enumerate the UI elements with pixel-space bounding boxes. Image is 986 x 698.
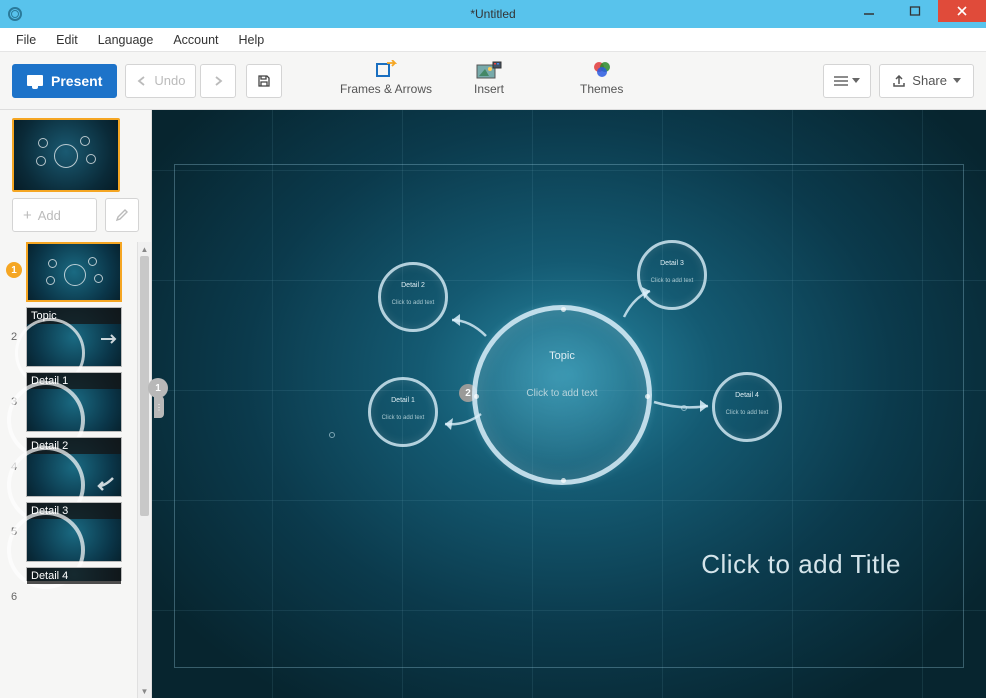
path-thumbnail[interactable] <box>26 242 122 302</box>
undo-icon <box>136 76 148 86</box>
themes-icon <box>591 60 613 80</box>
menu-file[interactable]: File <box>8 31 44 49</box>
title-placeholder[interactable]: Click to add Title <box>701 549 901 580</box>
detail-label: Detail 4 <box>715 392 779 399</box>
toolbar: Present Undo Frames & Arrows Insert Them… <box>0 52 986 110</box>
path-thumbnail[interactable]: Detail 4 <box>26 567 122 581</box>
canvas[interactable]: Click to add Title 2 Topic Click to add … <box>152 110 986 698</box>
present-label: Present <box>51 73 102 89</box>
share-icon <box>892 75 906 87</box>
detail-frame-1[interactable]: Detail 1 Click to add text <box>368 377 438 447</box>
path-step-1[interactable]: 1 <box>0 242 151 302</box>
overview-thumbnail[interactable] <box>12 118 120 192</box>
path-thumbnail[interactable]: Detail 3 <box>26 502 122 562</box>
detail-sub: Click to add text <box>371 415 435 421</box>
window-titlebar: *Untitled <box>0 0 986 28</box>
sidebar-collapse-handle[interactable]: 1 ⋮ <box>148 378 168 418</box>
detail-frame-4[interactable]: Detail 4 Click to add text <box>712 372 782 442</box>
detail-label: Detail 1 <box>371 397 435 404</box>
window-title: *Untitled <box>0 7 986 21</box>
chevron-down-icon <box>852 78 860 84</box>
menu-account[interactable]: Account <box>165 31 226 49</box>
detail-frame-3[interactable]: Detail 3 Click to add text <box>637 240 707 310</box>
path-thumbnail[interactable]: Detail 2 <box>26 437 122 497</box>
detail-label: Detail 3 <box>640 260 704 267</box>
themes-button[interactable]: Themes <box>580 60 623 96</box>
path-list: 1 2 Topic 3 De <box>0 242 151 698</box>
detail-frame-2[interactable]: Detail 2 Click to add text <box>378 262 448 332</box>
path-step-2[interactable]: 2 Topic <box>0 307 151 367</box>
insert-icon <box>475 60 503 80</box>
window-maximize-button[interactable] <box>892 0 938 22</box>
menu-language[interactable]: Language <box>90 31 162 49</box>
window-minimize-button[interactable] <box>846 0 892 22</box>
canvas-dot <box>329 432 335 438</box>
topic-subtitle[interactable]: Click to add text <box>477 388 647 399</box>
edit-path-button[interactable] <box>105 198 139 232</box>
scroll-up-icon[interactable]: ▲ <box>138 242 151 256</box>
collapse-badge: 1 <box>148 378 168 398</box>
detail-sub: Click to add text <box>715 410 779 416</box>
path-thumbnail[interactable]: Topic <box>26 307 122 367</box>
undo-label: Undo <box>154 73 185 88</box>
collapse-grip-icon: ⋮ <box>154 396 164 418</box>
menu-help[interactable]: Help <box>231 31 273 49</box>
plus-icon: + <box>23 207 32 224</box>
undo-button[interactable]: Undo <box>125 64 196 98</box>
detail-sub: Click to add text <box>640 278 704 284</box>
detail-label: Detail 2 <box>381 282 445 289</box>
hamburger-icon <box>834 76 848 86</box>
themes-label: Themes <box>580 82 623 96</box>
menu-edit[interactable]: Edit <box>48 31 86 49</box>
topic-frame[interactable]: Topic Click to add text <box>472 305 652 485</box>
settings-menu-button[interactable] <box>823 64 871 98</box>
canvas-dot <box>681 405 687 411</box>
topic-title[interactable]: Topic <box>477 350 647 362</box>
scroll-down-icon[interactable]: ▼ <box>138 684 151 698</box>
present-icon <box>27 75 43 86</box>
redo-icon <box>212 76 224 86</box>
frames-label: Frames & Arrows <box>340 82 432 96</box>
share-label: Share <box>912 73 947 88</box>
present-button[interactable]: Present <box>12 64 117 98</box>
save-button[interactable] <box>246 64 282 98</box>
path-step-badge: 1 <box>6 262 22 278</box>
frames-arrows-button[interactable]: Frames & Arrows <box>340 60 432 96</box>
detail-sub: Click to add text <box>381 300 445 306</box>
frames-icon <box>375 60 397 80</box>
path-label: Detail 4 <box>27 568 121 584</box>
sidebar: + Add 1 2 Topic <box>0 110 152 698</box>
menu-bar: File Edit Language Account Help <box>0 28 986 52</box>
pencil-icon <box>115 208 129 222</box>
insert-label: Insert <box>474 82 504 96</box>
save-icon <box>257 74 271 88</box>
chevron-down-icon <box>953 78 961 84</box>
add-button[interactable]: + Add <box>12 198 97 232</box>
share-button[interactable]: Share <box>879 64 974 98</box>
path-step-3[interactable]: 3 Detail 1 <box>0 372 151 432</box>
insert-button[interactable]: Insert <box>474 60 504 96</box>
app-icon <box>8 7 22 21</box>
redo-button[interactable] <box>200 64 236 98</box>
add-label: Add <box>38 208 61 223</box>
sidebar-scrollbar[interactable]: ▲ ▼ <box>137 242 151 698</box>
window-close-button[interactable] <box>938 0 986 22</box>
path-thumbnail[interactable]: Detail 1 <box>26 372 122 432</box>
